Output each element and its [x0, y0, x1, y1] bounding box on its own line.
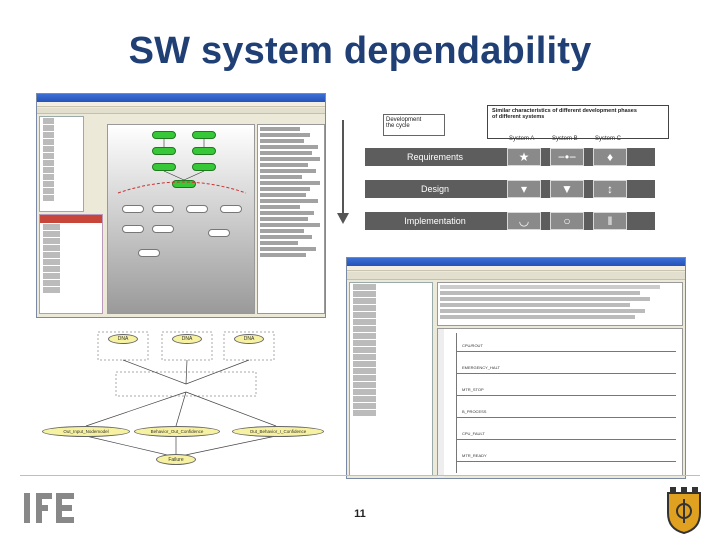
rung-6-label: MTR_READY — [462, 453, 487, 458]
system-b-label: System B — [552, 136, 578, 142]
symbol-imp-c: ‖ — [593, 212, 627, 230]
symbol-req-a: ★ — [507, 148, 541, 166]
symbol-req-c: ♦ — [593, 148, 627, 166]
top-node-1: DNA — [108, 334, 138, 344]
symbol-imp-b: ○ — [550, 212, 584, 230]
rung-2-label: EMERGENCY_HALT — [462, 365, 500, 370]
variables-table — [437, 282, 683, 326]
ladder-project-tree — [349, 282, 433, 476]
similar-characteristics-box: Similar characteristics of different dev… — [487, 105, 669, 139]
system-a-label: System A — [509, 136, 535, 142]
project-tree — [39, 116, 84, 212]
network-diagram: DNA DNA DNA Out_Input_Nodemodel Behavior… — [36, 322, 331, 472]
design-label: Design — [420, 184, 449, 194]
rung-4-label: B_PROCESS — [462, 409, 487, 414]
system-c-label: System C — [595, 136, 622, 142]
symbol-des-c: ↕ — [593, 180, 627, 198]
ife-logo — [24, 493, 74, 523]
implementation-label: Implementation — [404, 216, 466, 226]
symbol-imp-a: ◡ — [507, 212, 541, 230]
crest-logo — [667, 487, 701, 535]
page-number: 11 — [354, 508, 366, 520]
bottom-node-1: Out_Input_Nodemodel — [42, 426, 130, 437]
bottom-node-2: Behavior_Out_Confidence — [134, 426, 220, 437]
requirements-label: Requirements — [406, 152, 464, 162]
failure-node: Failure — [156, 454, 196, 465]
editor-screenshot — [36, 93, 326, 318]
bottom-node-3: Out_Behavior_I_Confidence — [232, 426, 324, 437]
properties-panel — [39, 214, 103, 314]
phases-diagram: Development the cycle Similar characteri… — [333, 100, 673, 248]
symbol-req-b: −•− — [550, 148, 584, 166]
ladder-editor-screenshot: CPU/ROUT EMERGENCY_HALT MTR_STOP B_PROCE… — [346, 257, 686, 479]
ladder-diagram: CPU/ROUT EMERGENCY_HALT MTR_STOP B_PROCE… — [437, 328, 683, 477]
model-canvas — [107, 124, 255, 314]
similar-characteristics-label: Similar characteristics of different dev… — [492, 108, 637, 120]
footer-divider — [20, 475, 700, 476]
page-title: SW system dependability — [128, 30, 592, 72]
rung-1-label: CPU/ROUT — [462, 343, 483, 348]
rung-5-label: CPU_FAULT — [462, 431, 485, 436]
top-node-2: DNA — [172, 334, 202, 344]
development-cycle-label: Development the cycle — [383, 114, 445, 136]
code-panel — [257, 124, 325, 314]
symbol-des-b: ▼ — [550, 180, 584, 198]
symbol-des-a: ▾ — [507, 180, 541, 198]
top-node-3: DNA — [234, 334, 264, 344]
rung-3-label: MTR_STOP — [462, 387, 484, 392]
